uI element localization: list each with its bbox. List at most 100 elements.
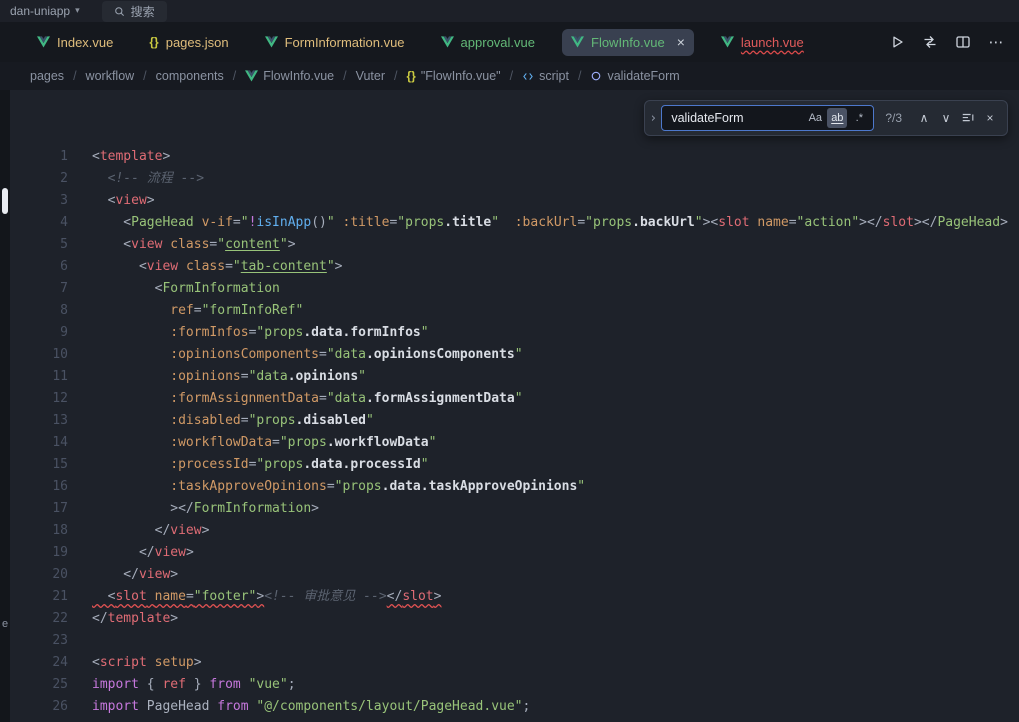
find-results-count: ?/3	[885, 111, 902, 125]
code-line[interactable]: 9 :formInfos="props.data.formInfos"	[10, 322, 1019, 344]
breadcrumb-item[interactable]: {}"FlowInfo.vue"	[407, 69, 501, 83]
tab-launch-vue[interactable]: launch.vue	[712, 29, 813, 56]
line-content: <template>	[68, 146, 170, 168]
code-line[interactable]: 18 </view>	[10, 520, 1019, 542]
global-search[interactable]: 搜索	[102, 1, 167, 22]
project-name: dan-uniapp	[10, 4, 70, 18]
breadcrumb-item[interactable]: workflow	[86, 69, 135, 83]
code-line[interactable]: 13 :disabled="props.disabled"	[10, 410, 1019, 432]
find-input[interactable]	[671, 111, 803, 125]
code-line[interactable]: 11 :opinions="data.opinions"	[10, 366, 1019, 388]
line-content: </view>	[68, 564, 178, 586]
code-line[interactable]: 7 <FormInformation	[10, 278, 1019, 300]
code-line[interactable]: 22</template>	[10, 608, 1019, 630]
run-button[interactable]	[888, 33, 906, 51]
code-line[interactable]: 25import { ref } from "vue";	[10, 674, 1019, 696]
json-icon: {}	[149, 35, 158, 49]
code-line[interactable]: 15 :processId="props.data.processId"	[10, 454, 1019, 476]
find-in-selection-button[interactable]	[957, 107, 979, 129]
code-line[interactable]: 12 :formAssignmentData="data.formAssignm…	[10, 388, 1019, 410]
line-number: 15	[10, 454, 68, 476]
breadcrumb-separator: /	[510, 69, 513, 83]
search-icon	[114, 6, 125, 17]
code-line[interactable]: 4 <PageHead v-if="!isInApp()" :title="pr…	[10, 212, 1019, 234]
code-line[interactable]: 21 <slot name="footer"><!-- 审批意见 --></sl…	[10, 586, 1019, 608]
tab-label: FlowInfo.vue	[591, 35, 665, 50]
line-number: 20	[10, 564, 68, 586]
breadcrumb-label: workflow	[86, 69, 135, 83]
whole-word-button[interactable]: ab	[827, 108, 847, 128]
line-number: 9	[10, 322, 68, 344]
next-match-button[interactable]: ∨	[935, 107, 957, 129]
tab-index-vue[interactable]: Index.vue	[28, 29, 122, 56]
code-line[interactable]: 5 <view class="content">	[10, 234, 1019, 256]
tab-label: launch.vue	[741, 35, 804, 50]
tab-label: approval.vue	[461, 35, 535, 50]
line-number: 1	[10, 146, 68, 168]
line-number: 5	[10, 234, 68, 256]
toggle-replace-button[interactable]: ›	[645, 101, 661, 135]
line-content: :workflowData="props.workflowData"	[68, 432, 436, 454]
vue-icon	[571, 36, 584, 48]
code-lines: 1<template>2 <!-- 流程 -->3 <view>4 <PageH…	[10, 146, 1019, 718]
code-line[interactable]: 8 ref="formInfoRef"	[10, 300, 1019, 322]
line-content: <view class="tab-content">	[68, 256, 342, 278]
find-input-box: Aa ab .*	[661, 105, 874, 131]
code-line[interactable]: 24<script setup>	[10, 652, 1019, 674]
breadcrumb-label: Vuter	[356, 69, 385, 83]
code-line[interactable]: 26import PageHead from "@/components/lay…	[10, 696, 1019, 718]
breadcrumb-item[interactable]: FlowInfo.vue	[245, 69, 334, 83]
breadcrumb-label: script	[539, 69, 569, 83]
breadcrumb-item[interactable]: validateForm	[590, 69, 679, 83]
line-number: 8	[10, 300, 68, 322]
line-content: ></FormInformation>	[68, 498, 319, 520]
breadcrumb-label: validateForm	[607, 69, 679, 83]
titlebar: dan-uniapp ▾ 搜索	[0, 0, 1019, 22]
line-number: 4	[10, 212, 68, 234]
breadcrumb-item[interactable]: script	[522, 69, 569, 83]
sidebar-strip[interactable]: e	[0, 90, 10, 722]
breadcrumb-item[interactable]: components	[156, 69, 224, 83]
breadcrumb-item[interactable]: pages	[30, 69, 64, 83]
code-line[interactable]: 2 <!-- 流程 -->	[10, 168, 1019, 190]
line-number: 24	[10, 652, 68, 674]
line-number: 10	[10, 344, 68, 366]
code-line[interactable]: 6 <view class="tab-content">	[10, 256, 1019, 278]
line-content: <script setup>	[68, 652, 202, 674]
tab-forminformation-vue[interactable]: FormInformation.vue	[256, 29, 414, 56]
previous-match-button[interactable]: ∧	[913, 107, 935, 129]
code-line[interactable]: 17 ></FormInformation>	[10, 498, 1019, 520]
close-find-button[interactable]: ×	[979, 107, 1001, 129]
code-line[interactable]: 20 </view>	[10, 564, 1019, 586]
close-tab-button[interactable]: ×	[677, 35, 685, 49]
compare-changes-button[interactable]	[921, 33, 939, 51]
code-line[interactable]: 23	[10, 630, 1019, 652]
more-actions-button[interactable]: ⋯	[987, 33, 1005, 51]
code-line[interactable]: 19 </view>	[10, 542, 1019, 564]
project-menu[interactable]: dan-uniapp ▾	[10, 4, 80, 18]
breadcrumb-label: FlowInfo.vue	[263, 69, 334, 83]
code-line[interactable]: 3 <view>	[10, 190, 1019, 212]
regex-button[interactable]: .*	[849, 108, 869, 128]
editor[interactable]: e 1<template>2 <!-- 流程 -->3 <view>4 <Pag…	[0, 90, 1019, 722]
line-number: 26	[10, 696, 68, 718]
split-editor-button[interactable]	[954, 33, 972, 51]
tab-flowinfo-vue[interactable]: FlowInfo.vue ×	[562, 29, 694, 56]
breadcrumb-separator: /	[143, 69, 146, 83]
symbol-method-icon	[590, 70, 602, 82]
breadcrumb-separator: /	[233, 69, 236, 83]
match-case-button[interactable]: Aa	[805, 108, 825, 128]
code-line[interactable]: 1<template>	[10, 146, 1019, 168]
code-line[interactable]: 14 :workflowData="props.workflowData"	[10, 432, 1019, 454]
breadcrumb-item[interactable]: Vuter	[356, 69, 385, 83]
breadcrumb-separator: /	[73, 69, 76, 83]
code-area[interactable]: 1<template>2 <!-- 流程 -->3 <view>4 <PageH…	[10, 90, 1019, 722]
tab-pages-json[interactable]: {}pages.json	[140, 29, 237, 56]
code-line[interactable]: 16 :taskApproveOpinions="props.data.task…	[10, 476, 1019, 498]
tab-bar: Index.vue {}pages.json FormInformation.vue…	[0, 22, 1019, 62]
line-content: :processId="props.data.processId"	[68, 454, 429, 476]
tab-approval-vue[interactable]: approval.vue	[432, 29, 544, 56]
breadcrumb-separator: /	[343, 69, 346, 83]
code-line[interactable]: 10 :opinionsComponents="data.opinionsCom…	[10, 344, 1019, 366]
find-widget: › Aa ab .* ?/3 ∧ ∨ ×	[644, 100, 1008, 136]
